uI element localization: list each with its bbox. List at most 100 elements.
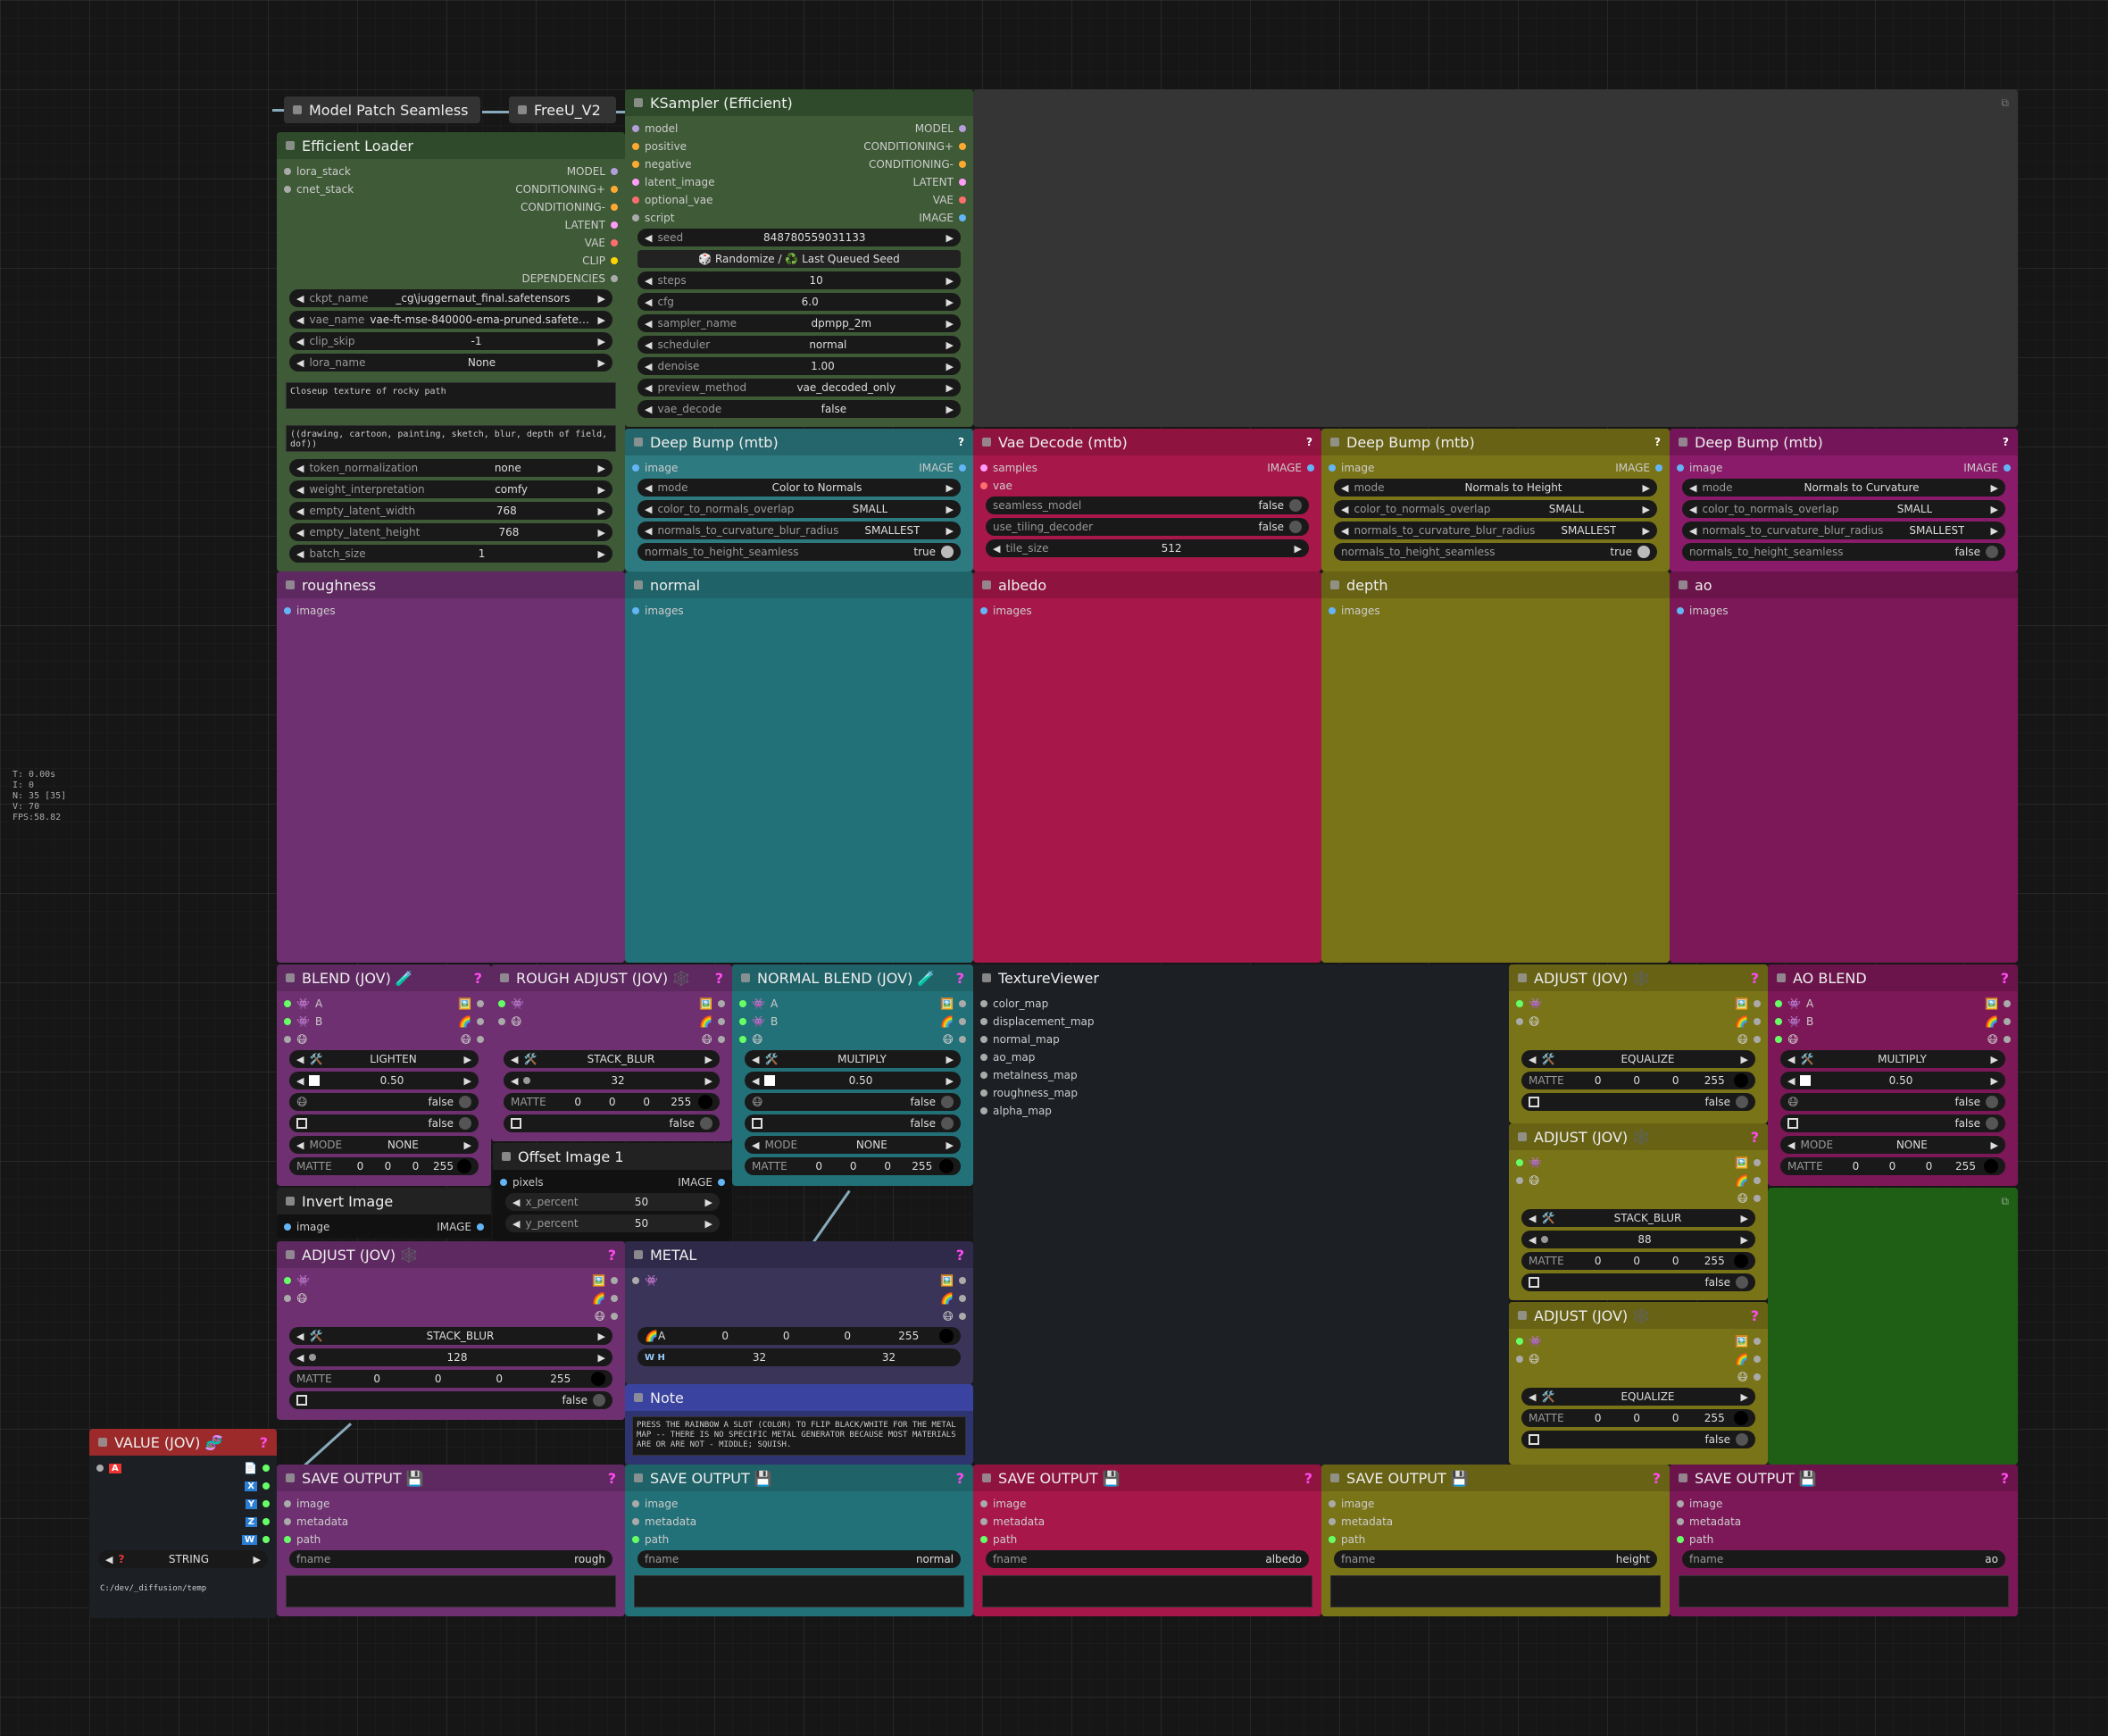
input-mask[interactable]: 😷 [284, 1292, 308, 1305]
input-mask[interactable]: 😷 [1516, 1353, 1540, 1365]
output-mask[interactable]: 😷 [942, 1310, 966, 1323]
matte-widget[interactable]: MATTE 0 0 0 255 [745, 1157, 961, 1175]
batch-size-widget[interactable]: ◀ batch_size 1 ▶ [289, 545, 612, 563]
output-rgb[interactable]: 🌈 [592, 1292, 618, 1305]
input-path[interactable]: path [1677, 1533, 1713, 1546]
func-widget[interactable]: ◀ 🛠️ STACK_BLUR ▶ [1521, 1209, 1755, 1227]
input-positive[interactable]: positive [632, 140, 687, 153]
deep-bump-height-node[interactable]: Deep Bump (mtb)? image IMAGE ◀ mode Normals… [1321, 429, 1670, 572]
output-image[interactable]: 🖼️ [940, 1274, 966, 1287]
input-mask[interactable]: 😷 [1516, 1174, 1540, 1187]
input-image[interactable]: image [1677, 462, 1722, 474]
preview-roughness-node[interactable]: roughness images [277, 572, 625, 963]
negative-prompt-textarea[interactable]: ((drawing, cartoon, painting, sketch, bl… [286, 425, 616, 452]
seed-widget[interactable]: ◀ seed 848780559031133 ▶ [637, 229, 961, 246]
input-path[interactable]: path [632, 1533, 669, 1546]
latent-width-widget[interactable]: ◀ empty_latent_width 768 ▶ [289, 502, 612, 520]
input-pixel[interactable]: 👾 [632, 1274, 658, 1287]
collapse-dot[interactable] [634, 1250, 643, 1259]
collapse-dot[interactable] [1518, 973, 1527, 982]
adjust-stack-blur-node-2[interactable]: ADJUST (JOV) 🕸️? 👾 🖼️ 😷 🌈 😷 ◀ 🛠️ STACK_BLUR ▶… [277, 1241, 625, 1420]
tiling-decoder-toggle[interactable]: use_tiling_decoder false [986, 518, 1309, 536]
mode-widget[interactable]: ◀ MODE NONE ▶ [1780, 1136, 2005, 1154]
collapse-dot[interactable] [1330, 1473, 1339, 1482]
invert-image-node[interactable]: Invert Image image IMAGE [277, 1188, 491, 1238]
metal-node[interactable]: METAL? 👾 🖼️ 🌈 😷 🌈A 0 0 0 255 W H 32 32 [625, 1241, 973, 1384]
collapse-dot[interactable] [286, 1250, 295, 1259]
output-mask[interactable]: 😷 [460, 1033, 484, 1046]
type-widget[interactable]: ◀? STRING ▶ [98, 1550, 268, 1568]
output-any[interactable]: 📄 [244, 1462, 270, 1474]
help-icon[interactable]: ? [1304, 1470, 1312, 1487]
preview-method-widget[interactable]: ◀ preview_method vae_decoded_only ▶ [637, 379, 961, 396]
x-percent-widget[interactable]: ◀ x_percent 50 ▶ [505, 1193, 720, 1211]
mode-widget[interactable]: ◀ mode Normals to Height ▶ [1334, 479, 1657, 497]
matte-swatch[interactable] [939, 1159, 954, 1173]
invert-toggle[interactable]: false [1521, 1273, 1755, 1291]
help-icon[interactable]: ? [1653, 1470, 1661, 1487]
seamless-toggle[interactable]: normals_to_height_seamless true [1334, 543, 1657, 561]
preview-ao-node[interactable]: ao images [1670, 572, 2018, 963]
func-widget[interactable]: ◀ 🛠️ LIGHTEN ▶ [289, 1050, 479, 1068]
vae-name-widget[interactable]: ◀ vae_name vae-ft-mse-840000-ema-pruned.sa… [289, 311, 612, 329]
collapse-dot[interactable] [1330, 438, 1339, 447]
rough-adjust-node[interactable]: ROUGH ADJUST (JOV) 🕸️? 👾 🖼️ 😷 🌈 😷 ◀ 🛠️ STACK… [491, 964, 732, 1141]
output-rgb[interactable]: 🌈 [940, 1292, 966, 1305]
matte-widget[interactable]: MATTE 0 0 0 255 [1521, 1252, 1755, 1270]
output-mask[interactable]: 😷 [1737, 1192, 1761, 1205]
input-samples[interactable]: samples [980, 462, 1037, 474]
expand-icon[interactable]: ⧉ [2001, 96, 2009, 110]
y-percent-widget[interactable]: ◀ y_percent 50 ▶ [505, 1214, 720, 1232]
input-optional-vae[interactable]: optional_vae [632, 194, 712, 206]
seamless-toggle[interactable]: normals_to_height_seamless true [637, 543, 961, 561]
expand-icon[interactable]: ⧉ [2001, 1195, 2009, 1208]
input-cnet-stack[interactable]: cnet_stack [284, 183, 354, 196]
output-image[interactable]: 🖼️ [1735, 997, 1761, 1010]
output-image[interactable]: IMAGE [1267, 462, 1314, 474]
collapse-dot[interactable] [286, 580, 295, 589]
output-mask[interactable]: 😷 [1987, 1033, 2011, 1046]
collapse-dot[interactable] [982, 973, 991, 982]
input-images[interactable]: images [284, 605, 336, 617]
output-rgb[interactable]: 🌈 [1985, 1015, 2011, 1028]
help-icon[interactable]: ? [1751, 1129, 1759, 1146]
texture-viewer-node[interactable]: TextureViewer color_map displacement_map… [973, 964, 1509, 1465]
blur-radius-widget[interactable]: ◀ normals_to_curvature_blur_radius SMALLES… [1682, 522, 2005, 539]
mode-widget[interactable]: ◀ mode Color to Normals ▶ [637, 479, 961, 497]
normal-blend-node[interactable]: NORMAL BLEND (JOV) 🧪? 👾 A 🖼️ 👾 B 🌈 😷 😷 ◀ 🛠️ MUL… [732, 964, 973, 1186]
output-latent[interactable]: LATENT [913, 176, 966, 188]
help-icon[interactable]: ? [260, 1434, 268, 1451]
input-mask[interactable]: 😷 [1516, 1015, 1540, 1028]
input-lora-stack[interactable]: lora_stack [284, 165, 351, 178]
input-mask[interactable]: 😷 [739, 1033, 763, 1046]
preview-albedo-node[interactable]: albedo images [973, 572, 1321, 963]
output-mask[interactable]: 😷 [594, 1310, 618, 1323]
collapse-dot[interactable] [518, 105, 527, 114]
token-normalization-widget[interactable]: ◀ token_normalization none ▶ [289, 459, 612, 477]
collapse-dot[interactable] [1679, 438, 1687, 447]
efficient-loader-node[interactable]: Efficient Loader lora_stack MODEL cnet_st… [277, 132, 625, 572]
input-color-map[interactable]: color_map [980, 997, 1048, 1010]
output-rgb[interactable]: 🌈 [1735, 1353, 1761, 1365]
help-icon[interactable]: ? [956, 1470, 964, 1487]
radius-widget[interactable]: ◀ 128 ▶ [289, 1348, 612, 1366]
collapse-dot[interactable] [982, 438, 991, 447]
help-icon[interactable]: ? [715, 970, 723, 987]
save-output-height-node[interactable]: SAVE OUTPUT 💾? image metadata path fname… [1321, 1465, 1670, 1616]
matte-swatch[interactable] [1984, 1159, 1998, 1173]
output-mask[interactable]: 😷 [942, 1033, 966, 1046]
collapse-dot[interactable] [500, 973, 509, 982]
flip-toggle[interactable]: 😷 false [1780, 1093, 2005, 1111]
output-image[interactable]: 🖼️ [458, 997, 484, 1010]
output-cond-pos[interactable]: CONDITIONING+ [863, 140, 966, 153]
help-icon[interactable]: ? [956, 1247, 964, 1264]
output-image[interactable]: 🖼️ [1985, 997, 2011, 1010]
input-metadata[interactable]: metadata [284, 1515, 348, 1528]
mode-widget[interactable]: ◀ MODE NONE ▶ [745, 1136, 961, 1154]
output-vae[interactable]: VAE [933, 194, 966, 206]
func-widget[interactable]: ◀ 🛠️ MULTIPLY ▶ [1780, 1050, 2005, 1068]
input-image[interactable]: image [632, 1498, 678, 1510]
seamless-model-toggle[interactable]: seamless_model false [986, 497, 1309, 514]
collapse-dot[interactable] [982, 1473, 991, 1482]
help-icon[interactable]: ? [956, 970, 964, 987]
